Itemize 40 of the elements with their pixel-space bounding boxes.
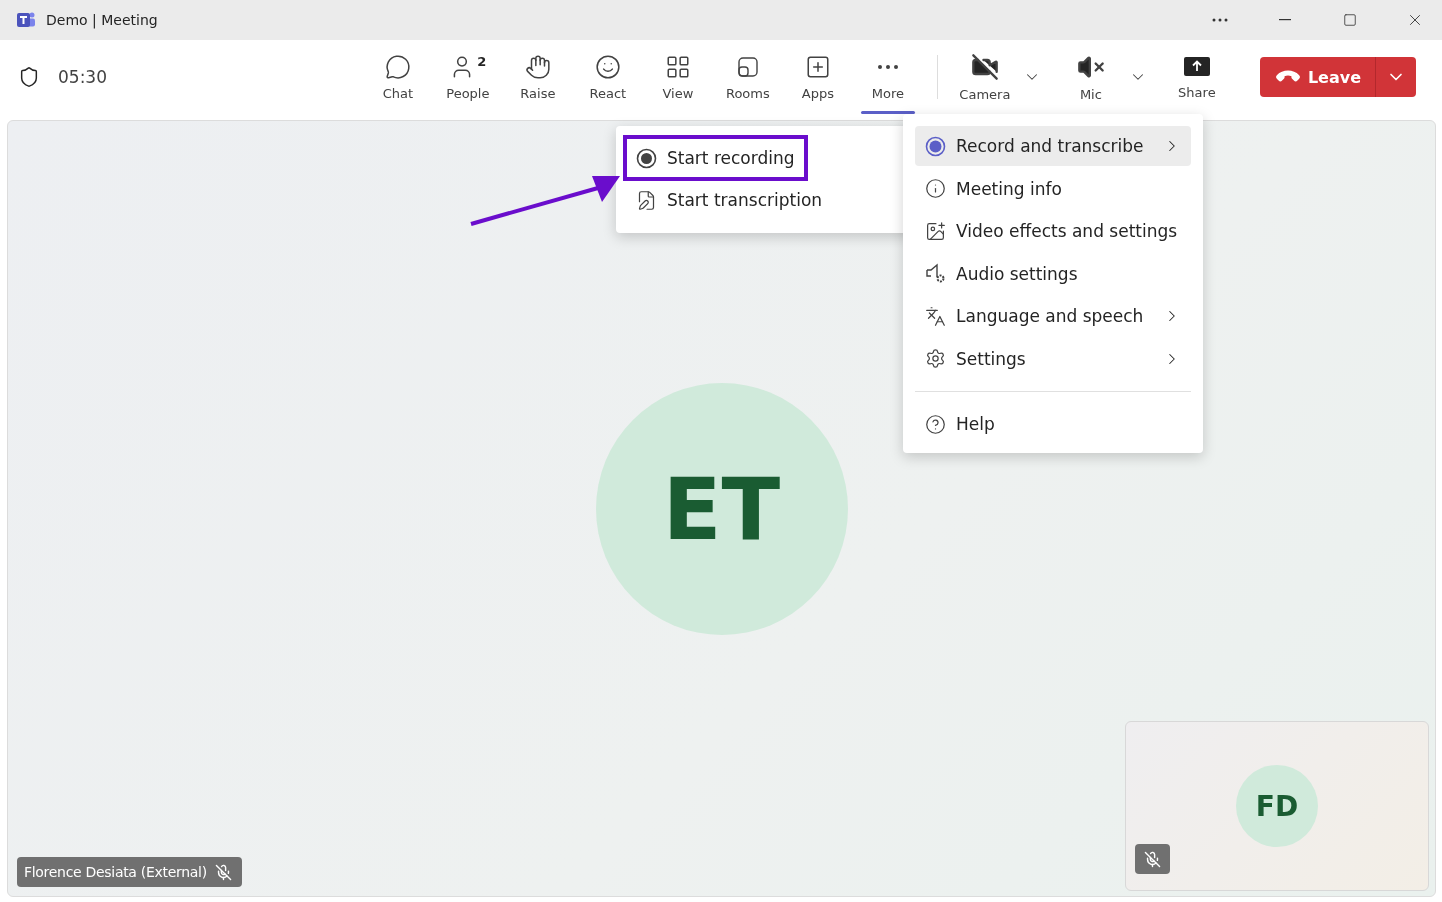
toolbar-tab[interactable]: Rooms (712, 40, 783, 114)
participant-name: Florence Desiata (External) (24, 864, 207, 880)
settings-icon (925, 348, 946, 369)
toolbar-tab[interactable]: React (572, 40, 643, 114)
mic-off-icon (1144, 850, 1161, 868)
maximize-icon (1342, 13, 1357, 27)
participant-count: 2 (477, 53, 487, 69)
toolbar-tab[interactable]: 2 People (432, 40, 503, 114)
toolbar-tab[interactable]: Raise (502, 40, 573, 114)
app-logo-icon (16, 11, 36, 29)
help-icon (925, 413, 946, 435)
plus-square-icon (804, 53, 831, 80)
menu-item[interactable]: Record and transcribe (915, 126, 1191, 166)
chat-icon (384, 53, 411, 80)
submenu-item[interactable]: Start transcription (626, 180, 833, 220)
window-title: Demo | Meeting (46, 12, 159, 28)
toolbar-tab[interactable]: View (642, 40, 713, 114)
language-icon (925, 305, 946, 327)
share-button[interactable]: Share (1161, 40, 1232, 114)
more-icon (876, 63, 899, 70)
info-icon (925, 178, 946, 199)
grid-icon (664, 53, 691, 80)
device-toggle-button[interactable]: Mic (1055, 40, 1126, 114)
share-icon (1182, 54, 1211, 79)
toolbar-tab[interactable]: More (852, 40, 923, 114)
minimize-icon (1278, 19, 1291, 21)
shield-icon (18, 66, 40, 88)
hand-icon (524, 53, 551, 80)
record-icon (636, 147, 657, 169)
meeting-timer: 05:30 (58, 67, 108, 87)
more-icon (1211, 18, 1228, 22)
smiley-icon (594, 53, 621, 80)
record-icon (925, 135, 946, 157)
submenu-item[interactable]: Start recording (626, 138, 805, 178)
self-avatar: FD (1236, 765, 1318, 847)
document-pen-icon (636, 189, 657, 211)
participant-avatar: ET (595, 382, 848, 635)
device-toggle-button[interactable]: Camera (949, 40, 1020, 114)
toolbar-tab[interactable]: Apps (782, 40, 853, 114)
toolbar-tab[interactable]: Chat (362, 40, 433, 114)
